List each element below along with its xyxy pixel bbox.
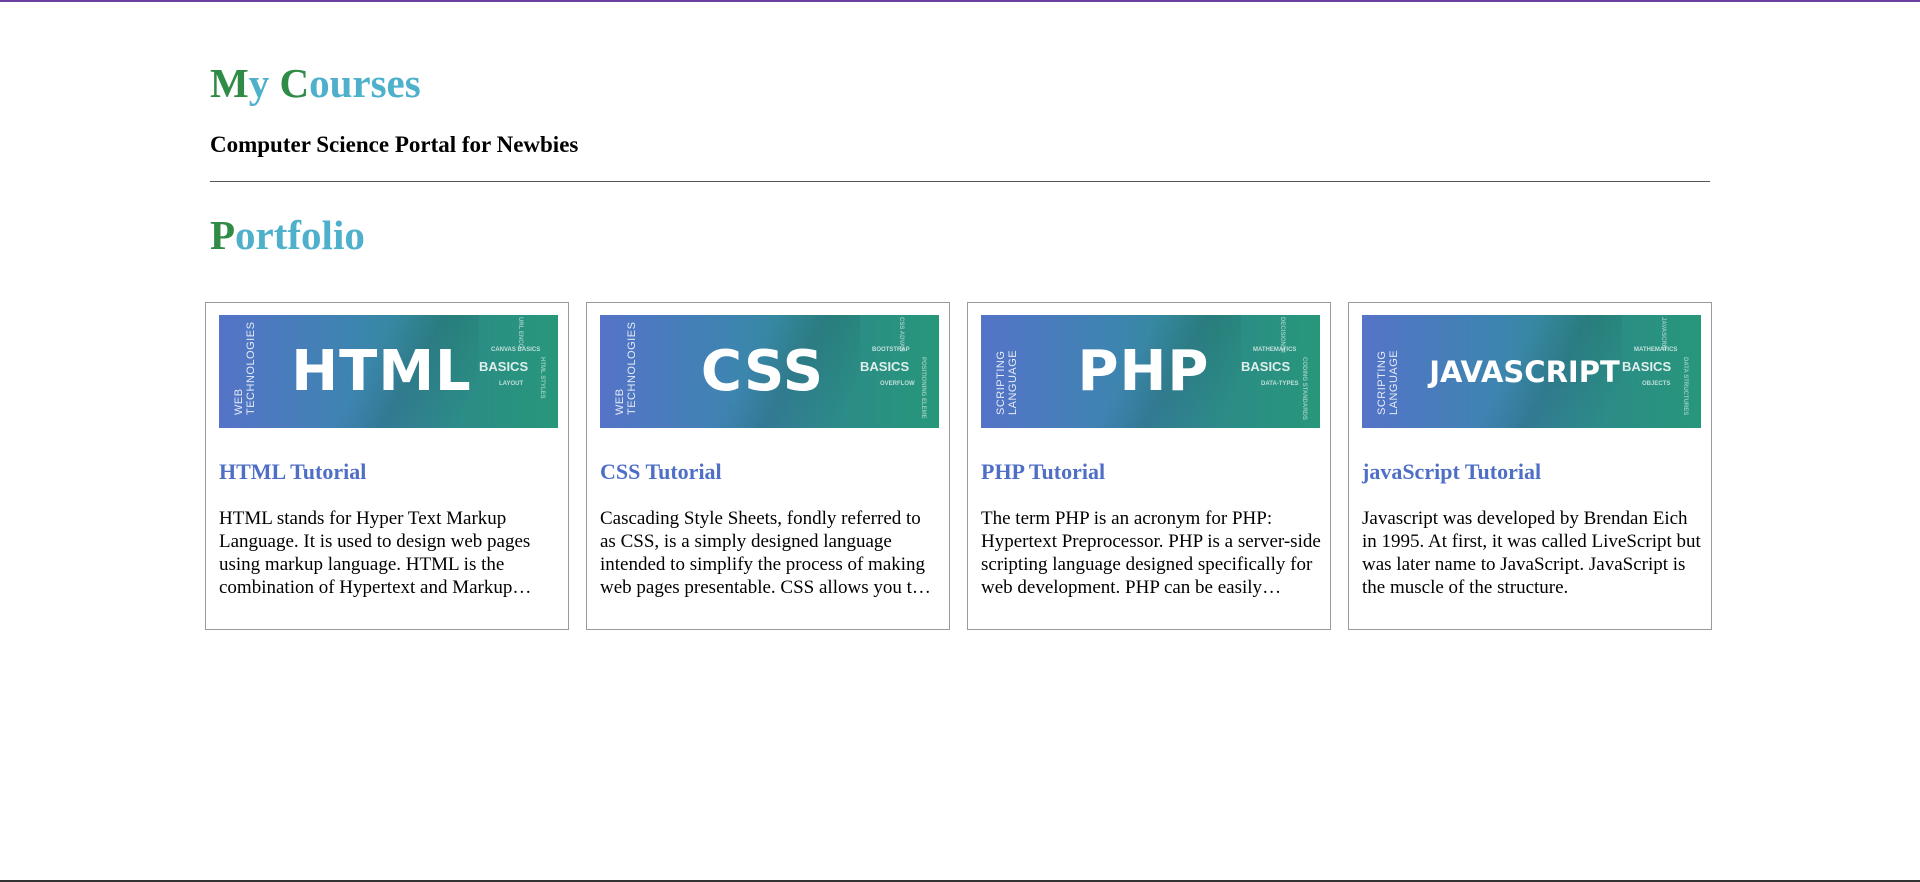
- banner-side-text: WEB TECHNOLOGIES: [233, 321, 257, 415]
- banner-main-text: JAVASCRIPT: [1429, 354, 1620, 389]
- banner-vertical-tag: URL ENCO: [517, 317, 523, 349]
- site-title: My Courses: [210, 58, 421, 108]
- css-banner-image[interactable]: WEB TECHNOLOGIES CSS BOOTSTRAP BASICS OVE…: [600, 315, 939, 428]
- banner-main-text: CSS: [700, 339, 825, 404]
- banner-vertical-tag: CSS ADVAN: [898, 317, 904, 352]
- banner-basics-text: BASICS: [860, 359, 910, 374]
- banner-tag: CANVAS BASICS: [491, 347, 541, 353]
- card-title-link[interactable]: javaScript Tutorial: [1362, 458, 1541, 486]
- title-letter-m: M: [210, 60, 249, 106]
- course-card-php[interactable]: SCRIPTING LANGUAGE PHP MATHEMATICS BASICS…: [967, 302, 1331, 630]
- course-card-javascript[interactable]: SCRIPTING LANGUAGE JAVASCRIPT MATHEMATICS…: [1348, 302, 1712, 630]
- course-card-grid: WEB TECHNOLOGIES HTML CANVAS BASICS BASIC…: [205, 302, 1715, 632]
- portfolio-title-cap: P: [210, 212, 236, 258]
- banner-vertical-tag: HTML STYLES: [539, 357, 545, 399]
- card-description: The term PHP is an acronym for PHP: Hype…: [981, 508, 1321, 598]
- banner-tag: OVERFLOW: [880, 381, 915, 387]
- header-divider: [210, 181, 1710, 182]
- banner-tag: BOOTSTRAP: [872, 347, 910, 353]
- portfolio-title-rest: ortfolio: [235, 212, 365, 258]
- banner-vertical-tag: JAVASCRIP: [1660, 317, 1666, 351]
- card-description: Javascript was developed by Brendan Eich…: [1362, 508, 1701, 598]
- banner-tag: OBJECTS: [1642, 381, 1671, 387]
- banner-basics-text: BASICS: [1622, 359, 1672, 374]
- card-description: Cascading Style Sheets, fondly referred …: [600, 508, 926, 598]
- top-accent-bar: [0, 0, 1920, 2]
- banner-vertical-tag: DATA STRUCTURES: [1682, 357, 1688, 416]
- title-part-y: y: [248, 60, 280, 106]
- banner-side-text: WEB TECHNOLOGIES: [614, 321, 638, 415]
- portfolio-title: Portfolio: [210, 210, 365, 260]
- banner-basics-text: BASICS: [1241, 359, 1291, 374]
- banner-main-text: HTML: [291, 339, 472, 404]
- banner-tag: MATHEMATICS: [1634, 347, 1678, 353]
- title-letter-c: C: [279, 60, 310, 106]
- banner-side-text: SCRIPTING LANGUAGE: [995, 349, 1019, 415]
- banner-tag: DATA-TYPES: [1261, 381, 1299, 387]
- card-title-link[interactable]: PHP Tutorial: [981, 458, 1105, 486]
- php-banner-image[interactable]: SCRIPTING LANGUAGE PHP MATHEMATICS BASICS…: [981, 315, 1320, 428]
- javascript-banner-image[interactable]: SCRIPTING LANGUAGE JAVASCRIPT MATHEMATICS…: [1362, 315, 1701, 428]
- banner-tag: MATHEMATICS: [1253, 347, 1297, 353]
- card-title-link[interactable]: CSS Tutorial: [600, 458, 722, 486]
- banner-tag: LAYOUT: [499, 381, 524, 387]
- card-description: HTML stands for Hyper Text Markup Langua…: [219, 508, 531, 598]
- site-subtitle: Computer Science Portal for Newbies: [210, 132, 579, 157]
- banner-side-text: SCRIPTING LANGUAGE: [1376, 349, 1400, 415]
- banner-basics-text: BASICS: [479, 359, 529, 374]
- html-banner-image[interactable]: WEB TECHNOLOGIES HTML CANVAS BASICS BASIC…: [219, 315, 558, 428]
- course-card-css[interactable]: WEB TECHNOLOGIES CSS BOOTSTRAP BASICS OVE…: [586, 302, 950, 630]
- card-title-link[interactable]: HTML Tutorial: [219, 458, 366, 486]
- title-part-ourses: ourses: [309, 60, 421, 106]
- course-card-html[interactable]: WEB TECHNOLOGIES HTML CANVAS BASICS BASIC…: [205, 302, 569, 630]
- banner-vertical-tag: POSITIONING ELEME: [920, 357, 926, 419]
- banner-vertical-tag: CODING STANDARDS: [1301, 357, 1307, 420]
- banner-vertical-tag: DECISION M: [1279, 317, 1285, 353]
- banner-main-text: PHP: [1077, 339, 1210, 404]
